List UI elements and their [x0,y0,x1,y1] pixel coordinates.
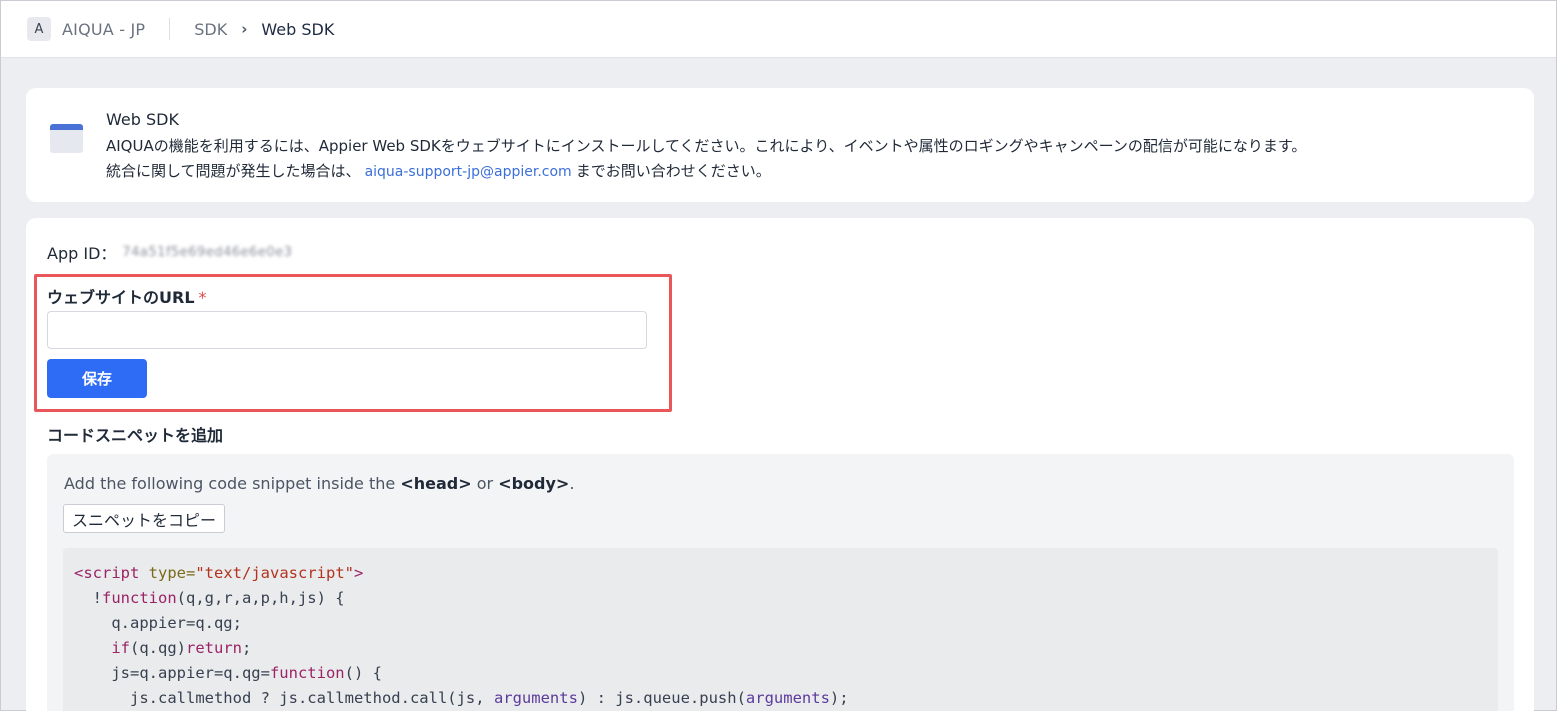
website-url-input[interactable] [47,311,647,349]
snippet-heading: コードスニペットを追加 [47,426,224,445]
app-id: App ID： 74a51f5e69ed46e6e0e3 [47,240,292,264]
code-token: function [102,589,177,607]
breadcrumb-current: Web SDK [261,19,335,39]
required-mark: * [198,288,207,307]
instruction-text: Add the following code snippet inside th… [64,474,401,493]
code-token: ! [74,589,102,607]
code-line: js=q.appier=q.qg=function() { [74,661,1487,686]
info-description: AIQUAの機能を利用するには、Appier Web SDKをウェブサイトにイン… [106,137,1307,155]
code-token: type= [148,564,196,582]
code-token: arguments [745,689,830,707]
code-token: ; [242,639,252,657]
code-token: > [353,564,364,582]
info-card: Web SDK AIQUAの機能を利用するには、Appier Web SDKをウ… [26,88,1534,202]
snippet-panel: Add the following code snippet inside th… [47,454,1514,711]
instruction-head-tag: <head> [400,474,472,493]
code-token: return [186,639,242,657]
snippet-instruction: Add the following code snippet inside th… [64,474,574,493]
code-line: q.appier=q.qg; [74,614,242,632]
code-token: function [269,664,345,682]
info-title: Web SDK [106,110,179,129]
website-url-label-text: ウェブサイトのURL [47,288,195,307]
instruction-body-tag: <body> [498,474,570,493]
save-button[interactable]: 保存 [47,359,147,398]
code-token: "text/javascript" [195,564,354,582]
account-name: AIQUA - JP [62,19,146,39]
copy-snippet-button[interactable]: スニペットをコピー [63,504,226,533]
code-token: () { [344,664,382,682]
topbar-divider [169,18,171,40]
instruction-or: or [471,474,499,493]
account-avatar: A [27,17,51,41]
top-bar: A AIQUA - JP SDK › Web SDK [1,1,1556,58]
instruction-suffix: . [569,474,575,493]
support-email-link[interactable]: aiqua-support-jp@appier.com [365,164,572,180]
code-token: arguments [493,689,578,707]
app-id-value: 74a51f5e69ed46e6e0e3 [122,244,293,260]
support-text-suffix: までお問い合わせください。 [575,162,771,180]
code-snippet[interactable]: <script type="text/javascript"> !functio… [63,548,1498,711]
code-token: <script [74,564,140,582]
code-token: js=q.appier=q.qg= [74,664,270,682]
code-line: js.callmethod ? js.callmethod.call(js, a… [74,686,1487,711]
code-line: <script type="text/javascript"> [74,561,1487,586]
code-token: (q,g,r,a,p,h,js) { [176,589,345,607]
code-token: js.callmethod ? js.callmethod.call(js, [74,689,494,707]
info-support-line: 統合に関して問題が発生した場合は、 aiqua-support-jp@appier… [106,160,771,181]
code-token: (q.qg) [130,639,186,657]
breadcrumb-sdk-link[interactable]: SDK [194,20,227,39]
code-token: if [111,639,130,657]
browser-window-icon [50,124,83,153]
sdk-setup-card: App ID： 74a51f5e69ed46e6e0e3 ウェブサイトのURL *… [26,218,1534,711]
code-line: !function(q,g,r,a,p,h,js) { [74,586,1487,611]
code-token: ) : js.queue.push( [577,689,746,707]
support-text-prefix: 統合に関して問題が発生した場合は、 [106,162,361,180]
website-url-label: ウェブサイトのURL * [47,284,207,308]
app-id-label: App ID： [47,244,117,263]
chevron-right-icon: › [241,20,248,38]
code-token: ); [829,689,849,707]
account-switcher[interactable]: A AIQUA - JP [1,1,145,57]
breadcrumb: SDK › Web SDK [194,20,334,39]
code-line: if(q.qg)return; [74,636,1487,661]
